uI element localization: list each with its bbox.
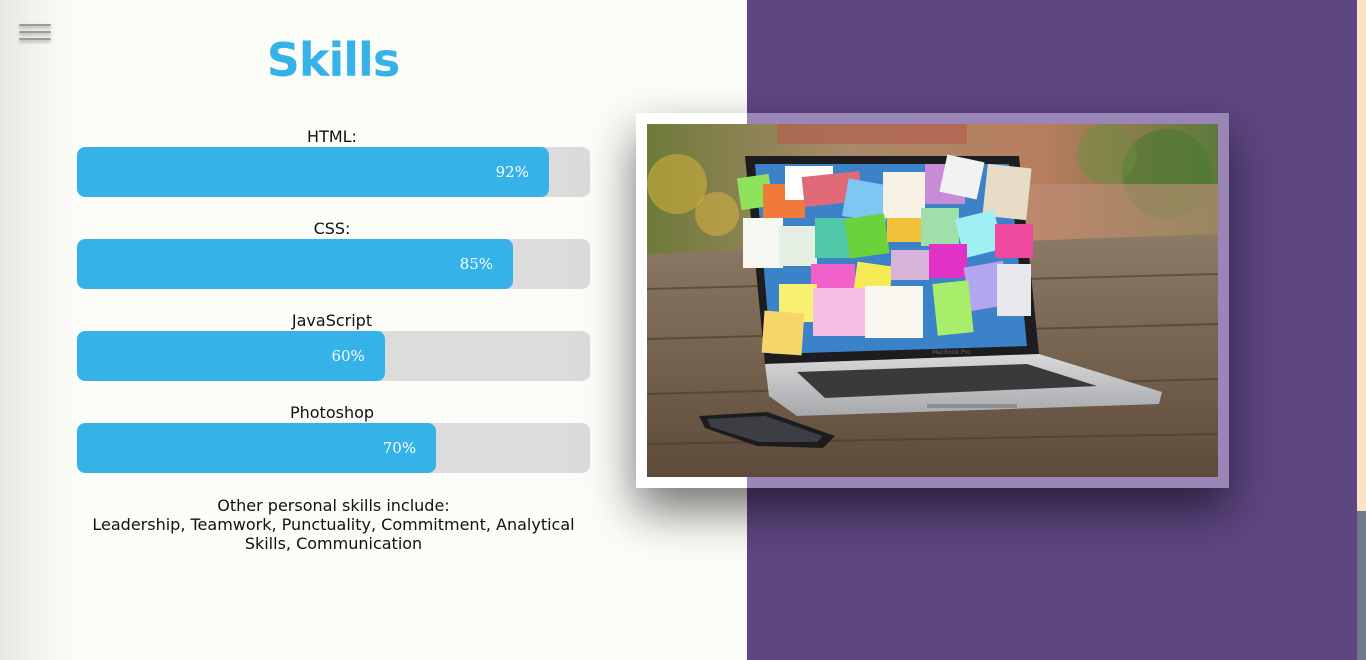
skill-progress-fill: 60% [77, 331, 385, 381]
other-skills-list: Leadership, Teamwork, Punctuality, Commi… [92, 515, 575, 553]
skill-progress-track: 60% [77, 331, 590, 381]
other-skills: Other personal skills include: Leadershi… [77, 496, 590, 553]
skill-progress-track: 70% [77, 423, 590, 473]
skill-html: HTML: 92% [77, 127, 590, 197]
laptop-sticky-notes-photo: MacBook Pro [647, 124, 1218, 477]
skill-progress-track: 85% [77, 239, 590, 289]
skill-progress-track: 92% [77, 147, 590, 197]
skill-photoshop: Photoshop 70% [77, 403, 590, 473]
skill-javascript: JavaScript 60% [77, 311, 590, 381]
laptop-brand-text: MacBook Pro [932, 349, 971, 356]
skill-percent: 60% [331, 347, 365, 365]
skill-label: Photoshop [289, 403, 375, 422]
skill-progress-fill: 92% [77, 147, 549, 197]
skill-label: HTML: [307, 127, 357, 146]
skill-percent: 85% [459, 255, 494, 273]
skills-page: Skills HTML: 92% CSS: 85% JavaScript 60%… [0, 0, 1366, 660]
menu-line [19, 24, 51, 26]
skill-progress-fill: 70% [77, 423, 437, 473]
laptop-photo-illustration: MacBook Pro [647, 124, 1218, 477]
skill-percent: 92% [495, 163, 529, 181]
photo-frame: MacBook Pro [636, 113, 1229, 488]
skill-label: CSS: [313, 219, 351, 238]
skill-progress-fill: 85% [77, 239, 514, 289]
skill-label: JavaScript [291, 311, 373, 330]
page-title: Skills [266, 33, 400, 87]
skill-css: CSS: 85% [77, 219, 590, 289]
left-edge-shadow [0, 0, 80, 660]
skill-percent: 70% [382, 439, 417, 457]
scrollbar-thumb[interactable] [1357, 511, 1366, 660]
other-skills-heading: Other personal skills include: [217, 496, 450, 515]
